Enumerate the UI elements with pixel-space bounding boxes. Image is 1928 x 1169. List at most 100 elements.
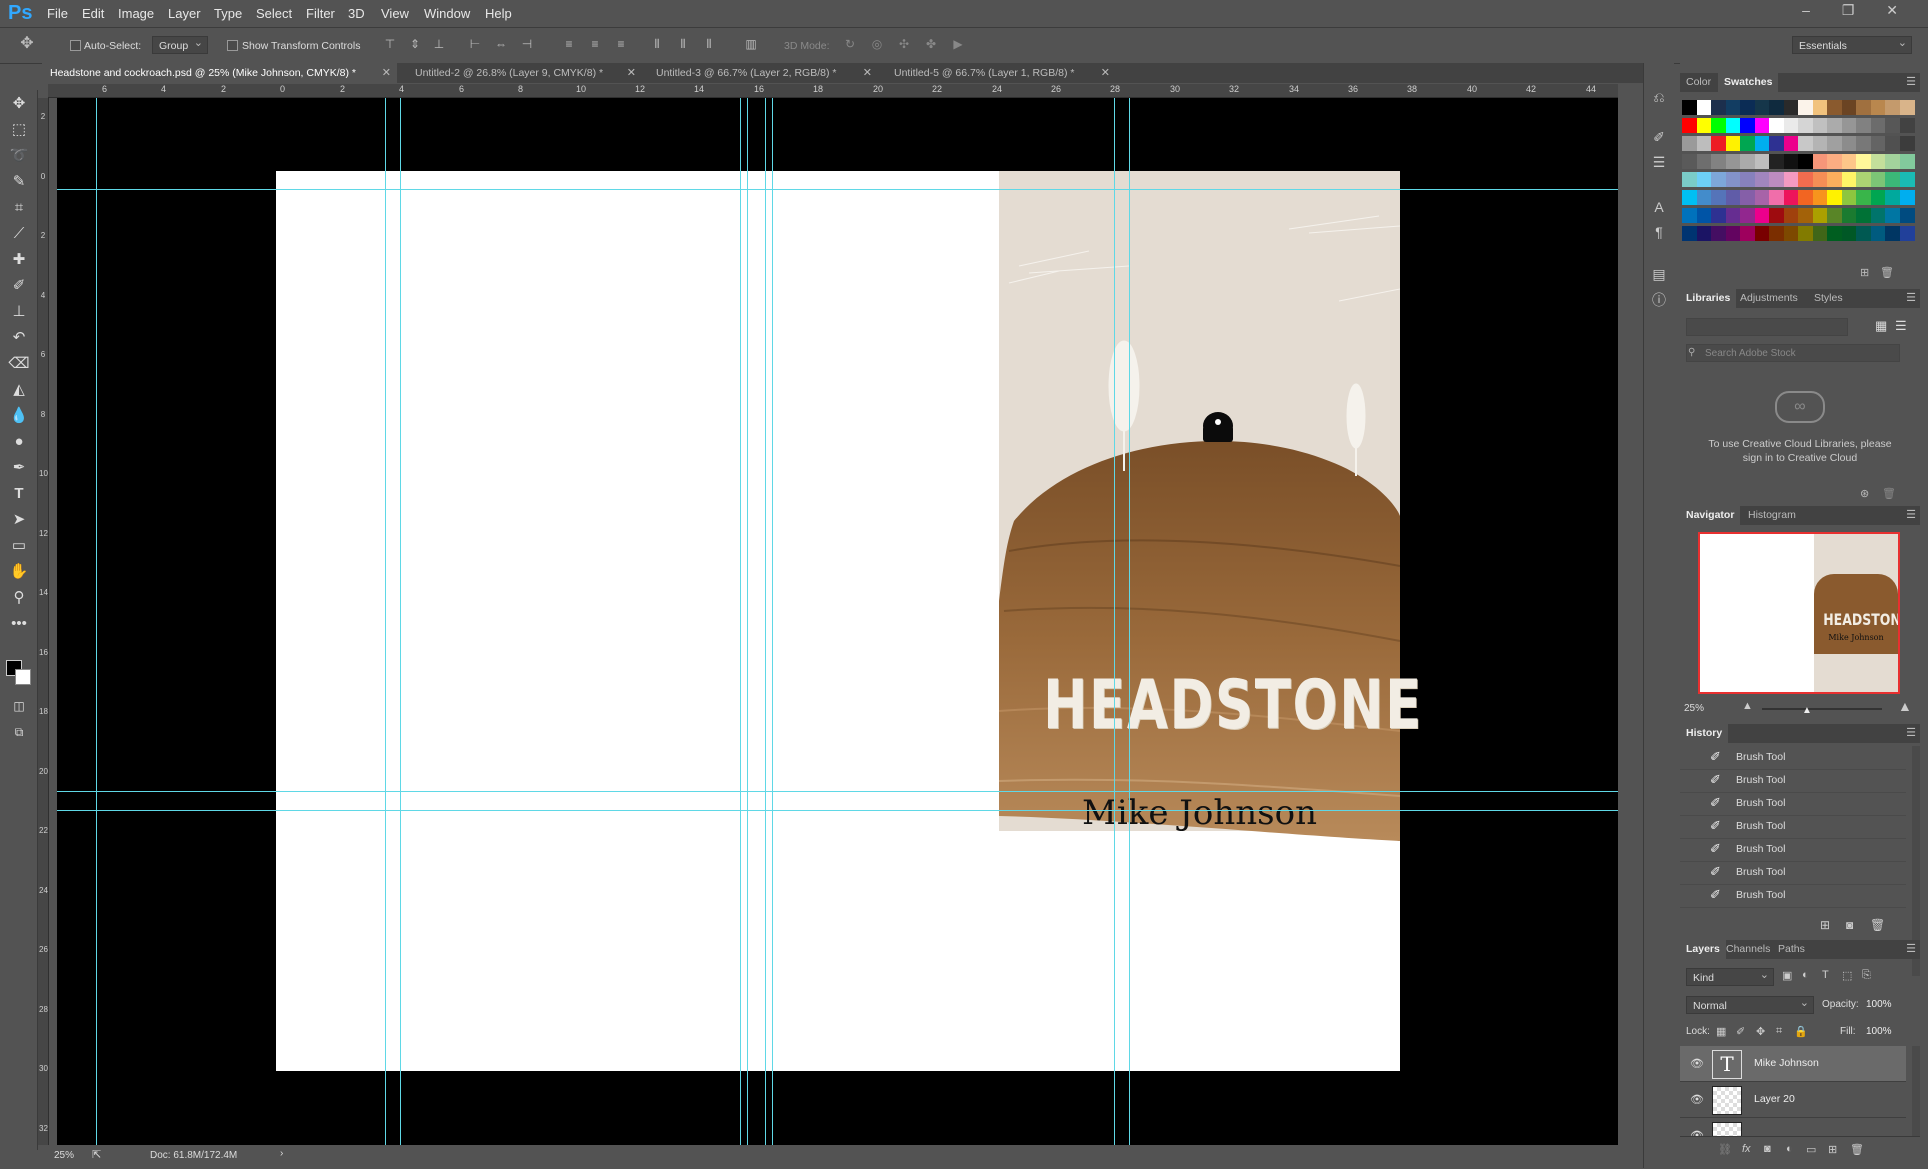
color-swatch[interactable]: [1696, 154, 1712, 169]
cover-author[interactable]: Mike Johnson: [999, 793, 1400, 833]
color-swatch[interactable]: [1783, 172, 1799, 187]
color-swatch[interactable]: [1885, 172, 1900, 187]
color-swatch[interactable]: [1682, 172, 1697, 187]
color-swatch[interactable]: [1682, 226, 1697, 241]
properties-icon[interactable]: ▤: [1650, 265, 1668, 283]
color-swatch[interactable]: [1740, 118, 1755, 133]
color-swatch[interactable]: [1682, 100, 1697, 115]
color-swatch[interactable]: [1711, 118, 1726, 133]
panel-menu-icon[interactable]: ☰: [1906, 508, 1916, 521]
screen-mode-icon[interactable]: ⧉: [8, 722, 30, 742]
tab-adjustments[interactable]: Adjustments: [1734, 289, 1804, 308]
color-swatch[interactable]: [1783, 154, 1799, 169]
menu-window[interactable]: Window: [424, 6, 470, 21]
color-swatch[interactable]: [1740, 208, 1755, 223]
tab-untitled-5[interactable]: Untitled-5 @ 66.7% (Layer 1, RGB/8) * ✕: [886, 63, 1116, 83]
color-swatch[interactable]: [1841, 208, 1857, 223]
zoom-out-icon[interactable]: ▲: [1742, 700, 1753, 712]
library-select[interactable]: [1686, 318, 1848, 336]
color-swatch[interactable]: [1885, 208, 1900, 223]
color-swatch[interactable]: [1740, 154, 1755, 169]
color-swatch[interactable]: [1885, 190, 1900, 205]
menu-edit[interactable]: Edit: [82, 6, 104, 21]
color-swatch[interactable]: [1696, 208, 1712, 223]
color-swatch[interactable]: [1783, 136, 1799, 151]
lock-pixels-icon[interactable]: ✐: [1736, 1025, 1745, 1038]
color-swatch[interactable]: [1812, 208, 1828, 223]
new-swatch-icon[interactable]: ⊞: [1860, 266, 1869, 279]
stock-search-input[interactable]: Search Adobe Stock: [1686, 344, 1900, 362]
blur-icon[interactable]: 💧: [8, 406, 30, 426]
history-item[interactable]: ✐ Brush Tool: [1680, 861, 1906, 885]
menu-filter[interactable]: Filter: [306, 6, 335, 21]
color-swatch[interactable]: [1740, 100, 1755, 115]
history-item[interactable]: ✐ Brush Tool: [1680, 769, 1906, 793]
lasso-icon[interactable]: ➰: [8, 146, 30, 166]
guide-line[interactable]: [1114, 98, 1115, 1145]
color-swatch[interactable]: [1769, 226, 1784, 241]
document-page[interactable]: HEADSTONE Mike Johnson: [276, 171, 1421, 1071]
tab-untitled-2[interactable]: Untitled-2 @ 26.8% (Layer 9, CMYK/8) * ✕: [407, 63, 642, 83]
menu-layer[interactable]: Layer: [168, 6, 201, 21]
align-vcenter-icon[interactable]: ⇕: [408, 36, 422, 52]
brush-icon[interactable]: ✐: [8, 276, 30, 296]
filter-pixel-icon[interactable]: ▣: [1782, 969, 1792, 982]
distribute-top-icon[interactable]: ≡: [562, 36, 576, 52]
ruler-horizontal[interactable]: 6 4 2 0 2 4 6 8 10 12 14 16 18 20 22 24 …: [48, 84, 1618, 98]
color-swatch[interactable]: [1841, 100, 1857, 115]
zoom-icon[interactable]: ⚲: [8, 588, 30, 608]
color-swatch[interactable]: [1827, 154, 1842, 169]
color-swatch[interactable]: [1856, 100, 1871, 115]
history-item[interactable]: ✐ Brush Tool: [1680, 815, 1906, 839]
adjustment-layer-icon[interactable]: ◐: [1786, 1143, 1793, 1155]
adjust-icon[interactable]: ☰: [1650, 153, 1668, 171]
color-swatch[interactable]: [1812, 136, 1828, 151]
color-swatch[interactable]: [1885, 154, 1900, 169]
color-swatch[interactable]: [1769, 190, 1784, 205]
link-layers-icon[interactable]: ⛓: [1718, 1143, 1732, 1156]
ruler-vertical[interactable]: 2 0 2 4 6 8 10 12 14 16 18 20 22 24 26 2…: [38, 98, 49, 1145]
guide-line[interactable]: [772, 98, 773, 1145]
color-swatch[interactable]: [1754, 226, 1770, 241]
color-swatch[interactable]: [1754, 190, 1770, 205]
color-swatch[interactable]: [1870, 136, 1886, 151]
color-swatch[interactable]: [1798, 190, 1813, 205]
fx-icon[interactable]: fx: [1742, 1143, 1751, 1155]
trash-icon[interactable]: 🗑: [1870, 918, 1885, 932]
color-swatch[interactable]: [1812, 226, 1828, 241]
color-swatch[interactable]: [1798, 118, 1813, 133]
eraser-icon[interactable]: ⌫: [8, 354, 30, 374]
color-swatch[interactable]: [1696, 100, 1712, 115]
color-swatch[interactable]: [1841, 154, 1857, 169]
color-swatch[interactable]: [1711, 154, 1726, 169]
color-swatch[interactable]: [1783, 190, 1799, 205]
auto-align-icon[interactable]: ▥: [744, 36, 758, 52]
cover-title[interactable]: HEADSTONE: [1043, 666, 1421, 745]
lock-all-icon[interactable]: 🔒: [1794, 1025, 1808, 1038]
color-swatch[interactable]: [1812, 154, 1828, 169]
filter-adjustment-icon[interactable]: ◐: [1802, 969, 1809, 981]
pen-icon[interactable]: ✒: [8, 458, 30, 478]
cc-link-icon[interactable]: ⊛: [1860, 487, 1869, 500]
color-swatch[interactable]: [1798, 136, 1813, 151]
color-swatch[interactable]: [1769, 172, 1784, 187]
color-swatch[interactable]: [1725, 100, 1741, 115]
color-swatch[interactable]: [1856, 226, 1871, 241]
canvas-area[interactable]: HEADSTONE Mike Johnson: [57, 98, 1618, 1145]
color-swatch[interactable]: [1740, 172, 1755, 187]
3d-roll-icon[interactable]: ◎: [870, 36, 884, 52]
guide-line[interactable]: [400, 98, 401, 1145]
color-swatch[interactable]: [1711, 136, 1726, 151]
quick-mask-icon[interactable]: ◫: [8, 696, 30, 716]
color-swatch[interactable]: [1827, 100, 1842, 115]
menu-3d[interactable]: 3D: [348, 6, 365, 21]
chevron-right-icon[interactable]: ›: [280, 1148, 283, 1159]
align-right-icon[interactable]: ⊣: [520, 36, 534, 52]
history-panel-icon[interactable]: ⎌: [1650, 88, 1668, 106]
dodge-icon[interactable]: ●: [8, 432, 30, 452]
color-swatch[interactable]: [1682, 136, 1697, 151]
color-swatch[interactable]: [1769, 118, 1784, 133]
color-swatch[interactable]: [1870, 100, 1886, 115]
align-hcenter-icon[interactable]: ⇔: [494, 36, 508, 52]
color-swatch[interactable]: [1798, 172, 1813, 187]
